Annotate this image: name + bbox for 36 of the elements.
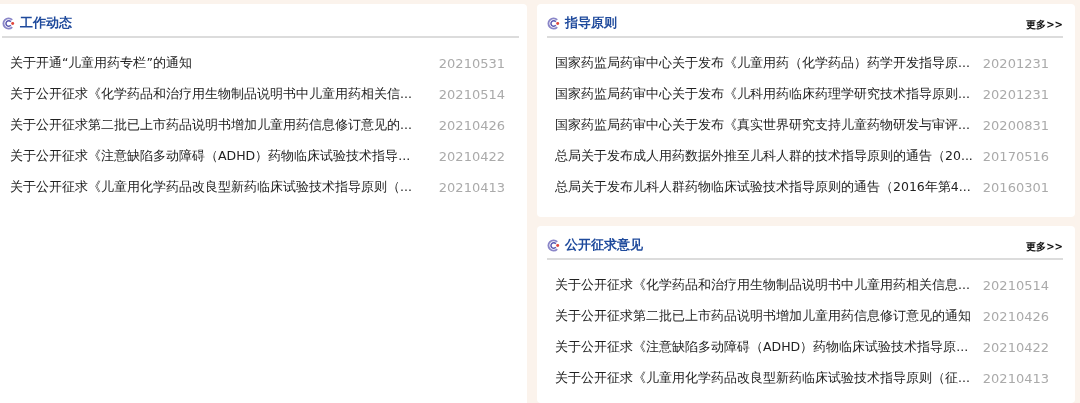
news-date: 20210531: [438, 56, 505, 71]
news-date: 20201231: [982, 87, 1049, 102]
news-link[interactable]: 国家药监局药审中心关于发布《儿童用药（化学药品）药学开发指导原...: [555, 55, 973, 72]
news-date: 20210514: [982, 278, 1049, 293]
news-link[interactable]: 关于公开征求《注意缺陷多动障碍（ADHD）药物临床试验技术指导...: [10, 148, 429, 165]
news-date: 20160301: [982, 180, 1049, 195]
news-link[interactable]: 总局关于发布成人用药数据外推至儿科人群的技术指导原则的通告（20...: [555, 148, 973, 165]
news-link[interactable]: 国家药监局药审中心关于发布《儿科用药临床药理学研究技术指导原则...: [555, 86, 973, 103]
news-link[interactable]: 关于公开征求《化学药品和治疗用生物制品说明书中儿童用药相关信息...: [555, 277, 973, 294]
circle-logo-icon: [547, 238, 560, 252]
circle-logo-icon: [547, 16, 560, 30]
more-link[interactable]: 更多>>: [1026, 240, 1063, 254]
news-link[interactable]: 关于开通“儿童用药专栏”的通知: [10, 55, 429, 72]
news-date: 20210426: [982, 309, 1049, 324]
news-link[interactable]: 关于公开征求《儿童用化学药品改良型新药临床试验技术指导原则（...: [10, 179, 429, 196]
panel-title: 公开征求意见: [565, 236, 644, 254]
news-date: 20170516: [982, 149, 1049, 164]
news-link[interactable]: 国家药监局药审中心关于发布《真实世界研究支持儿童药物研发与审评...: [555, 117, 973, 134]
news-date: 20201231: [982, 56, 1049, 71]
panel-title: 工作动态: [20, 14, 73, 32]
news-link[interactable]: 总局关于发布儿科人群药物临床试验技术指导原则的通告（2016年第4...: [555, 179, 973, 196]
panel-title: 指导原则: [565, 14, 618, 32]
news-link[interactable]: 关于公开征求第二批已上市药品说明书增加儿童用药信息修订意见的...: [10, 117, 429, 134]
news-link[interactable]: 关于公开征求《儿童用化学药品改良型新药临床试验技术指导原则（征...: [555, 370, 973, 387]
news-date: 20200831: [982, 118, 1049, 133]
more-link[interactable]: 更多>>: [1026, 18, 1063, 32]
news-date: 20210426: [438, 118, 505, 133]
circle-logo-icon: [2, 16, 15, 30]
news-date: 20210413: [982, 371, 1049, 386]
news-link[interactable]: 关于公开征求《注意缺陷多动障碍（ADHD）药物临床试验技术指导原...: [555, 339, 973, 356]
news-date: 20210413: [438, 180, 505, 195]
news-link[interactable]: 关于公开征求《化学药品和治疗用生物制品说明书中儿童用药相关信...: [10, 86, 429, 103]
news-date: 20210514: [438, 87, 505, 102]
news-date: 20210422: [438, 149, 505, 164]
news-link[interactable]: 关于公开征求第二批已上市药品说明书增加儿童用药信息修订意见的通知: [555, 308, 973, 325]
news-date: 20210422: [982, 340, 1049, 355]
